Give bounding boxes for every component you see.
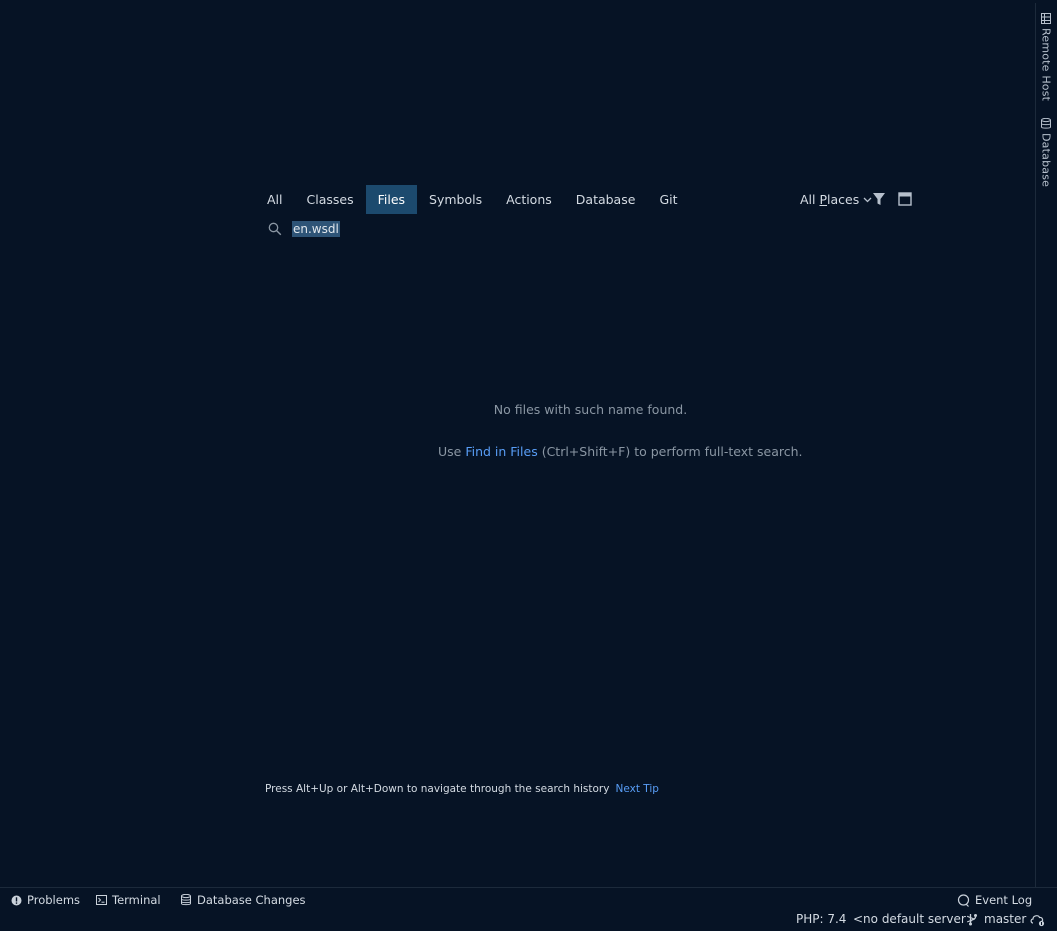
database-changes-icon: [181, 894, 191, 906]
filter-icon[interactable]: [872, 192, 886, 206]
search-scope-tabs: All Classes Files Symbols Actions Databa…: [262, 185, 690, 214]
search-tip: Press Alt+Up or Alt+Down to navigate thr…: [265, 783, 659, 795]
scope-mnemonic: P: [819, 192, 828, 207]
bottom-tool-bar: Problems Terminal Database Changes Event…: [0, 887, 1057, 911]
event-log-icon: [957, 893, 970, 907]
tab-database[interactable]: Database: [564, 185, 648, 214]
next-tip-link[interactable]: Next Tip: [615, 783, 658, 795]
scope-prefix: All: [800, 192, 820, 207]
problems-icon: [11, 895, 22, 905]
status-bar: PHP: 7.4 <no default server> master: [0, 911, 1057, 931]
server-icon: [1041, 13, 1051, 24]
git-branch-label: master: [984, 912, 1027, 926]
tab-symbols[interactable]: Symbols: [417, 185, 494, 214]
database-icon: [1041, 118, 1051, 129]
find-in-files-link[interactable]: Find in Files: [465, 444, 537, 459]
hint-after: (Ctrl+Shift+F) to perform full-text sear…: [537, 444, 803, 459]
right-tool-strip: Remote Host Database: [1035, 3, 1055, 887]
event-log-tool-button[interactable]: Event Log: [957, 893, 1032, 907]
terminal-tool-button[interactable]: Terminal: [96, 893, 161, 907]
remote-host-tool-button[interactable]: Remote Host: [1036, 13, 1056, 101]
deployment-server-widget[interactable]: <no default server>: [853, 912, 976, 926]
database-tool-button[interactable]: Database: [1036, 118, 1056, 187]
tab-classes[interactable]: Classes: [295, 185, 366, 214]
full-text-search-hint: Use Find in Files (Ctrl+Shift+F) to perf…: [438, 444, 803, 459]
database-changes-tool-button[interactable]: Database Changes: [181, 893, 306, 907]
search-input[interactable]: en.wsdl: [292, 220, 340, 238]
scope-dropdown[interactable]: All Places: [800, 185, 872, 214]
search-icon: [268, 222, 282, 236]
tab-files[interactable]: Files: [365, 185, 418, 214]
git-branch-icon: [969, 913, 977, 925]
git-branch-widget[interactable]: master: [968, 912, 1026, 926]
search-query: en.wsdl: [292, 221, 340, 237]
problems-label: Problems: [27, 893, 81, 907]
empty-result-message: No files with such name found.: [493, 402, 688, 417]
database-label: Database: [1039, 133, 1053, 188]
terminal-icon: [96, 895, 107, 905]
tab-actions[interactable]: Actions: [494, 185, 564, 214]
ide-window: Remote Host Database All Classes Files S…: [0, 0, 1057, 931]
scope-suffix: laces: [827, 192, 860, 207]
tip-text: Press Alt+Up or Alt+Down to navigate thr…: [265, 783, 610, 795]
hint-before: Use: [438, 444, 466, 459]
problems-tool-button[interactable]: Problems: [11, 893, 80, 907]
database-changes-label: Database Changes: [197, 893, 306, 907]
notifications-icon[interactable]: [1030, 913, 1046, 927]
tab-git[interactable]: Git: [647, 185, 689, 214]
open-in-window-icon[interactable]: [898, 192, 912, 206]
event-log-label: Event Log: [975, 893, 1033, 907]
terminal-label: Terminal: [112, 893, 161, 907]
chevron-down-icon: [863, 197, 872, 203]
tab-all[interactable]: All: [262, 185, 295, 214]
php-version-widget[interactable]: PHP: 7.4: [796, 912, 846, 926]
remote-host-label: Remote Host: [1039, 28, 1053, 102]
